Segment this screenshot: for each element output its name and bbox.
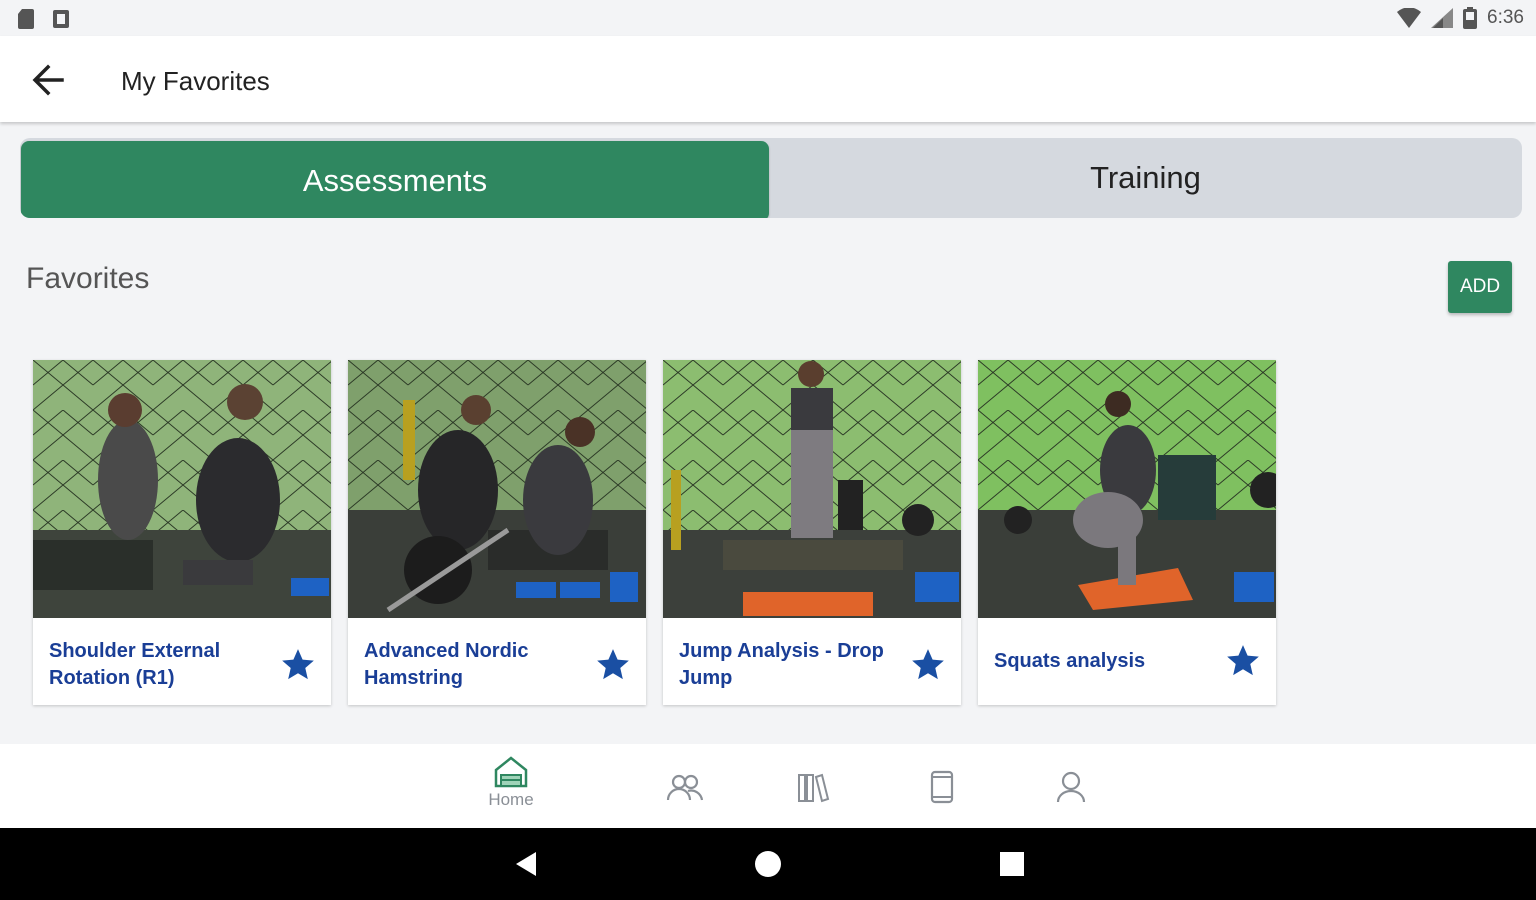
card-title: Jump Analysis - Drop Jump bbox=[679, 640, 884, 689]
nav-home[interactable]: Home bbox=[471, 744, 551, 828]
signal-icon bbox=[1431, 8, 1454, 28]
nav-profile[interactable] bbox=[1031, 744, 1111, 828]
status-time: 6:36 bbox=[1487, 7, 1524, 28]
favorite-card-squats[interactable]: Squats analysis bbox=[978, 360, 1276, 705]
home-icon bbox=[494, 756, 528, 788]
card-image bbox=[33, 360, 331, 618]
system-back-icon[interactable] bbox=[512, 850, 540, 878]
arrow-left-icon bbox=[32, 64, 64, 96]
back-button[interactable] bbox=[28, 60, 68, 100]
star-icon[interactable] bbox=[1224, 642, 1262, 680]
card-image bbox=[978, 360, 1276, 618]
users-icon bbox=[666, 774, 704, 801]
nav-users[interactable] bbox=[645, 744, 725, 828]
star-icon[interactable] bbox=[594, 646, 632, 684]
favorite-card-jump[interactable]: Jump Analysis - Drop Jump bbox=[663, 360, 961, 705]
nav-home-label: Home bbox=[488, 790, 534, 809]
bottom-nav: Home bbox=[0, 744, 1536, 828]
page-title: My Favorites bbox=[121, 66, 270, 96]
system-home-icon[interactable] bbox=[754, 850, 782, 878]
battery-icon bbox=[1463, 7, 1478, 29]
card-image bbox=[348, 360, 646, 618]
system-nav-bar bbox=[0, 828, 1536, 900]
profile-icon bbox=[1056, 771, 1086, 803]
app-bar: My Favorites bbox=[0, 36, 1536, 122]
system-recents-icon[interactable] bbox=[998, 850, 1026, 878]
device-icon bbox=[930, 770, 954, 804]
status-bar: 6:36 bbox=[0, 0, 1536, 36]
card-title: Shoulder External Rotation (R1) bbox=[49, 640, 221, 689]
card-image bbox=[663, 360, 961, 618]
favorite-card-shoulder[interactable]: Shoulder External Rotation (R1) bbox=[33, 360, 331, 705]
favorite-card-nordic[interactable]: Advanced Nordic Hamstring bbox=[348, 360, 646, 705]
card-title: Squats analysis bbox=[994, 650, 1146, 672]
section-title: Favorites bbox=[26, 262, 150, 295]
wifi-icon bbox=[1397, 8, 1422, 28]
nav-device[interactable] bbox=[902, 744, 982, 828]
card-title: Advanced Nordic Hamstring bbox=[364, 640, 529, 689]
segmented-tabs: Assessments Training bbox=[20, 138, 1522, 218]
library-icon bbox=[798, 773, 830, 803]
star-icon[interactable] bbox=[279, 646, 317, 684]
storage-icon bbox=[53, 10, 69, 28]
add-button[interactable]: ADD bbox=[1448, 261, 1512, 313]
star-icon[interactable] bbox=[909, 646, 947, 684]
nav-library[interactable] bbox=[773, 744, 853, 828]
sd-card-icon bbox=[18, 9, 34, 29]
tab-training[interactable]: Training bbox=[769, 138, 1522, 218]
tab-assessments[interactable]: Assessments bbox=[21, 141, 769, 218]
